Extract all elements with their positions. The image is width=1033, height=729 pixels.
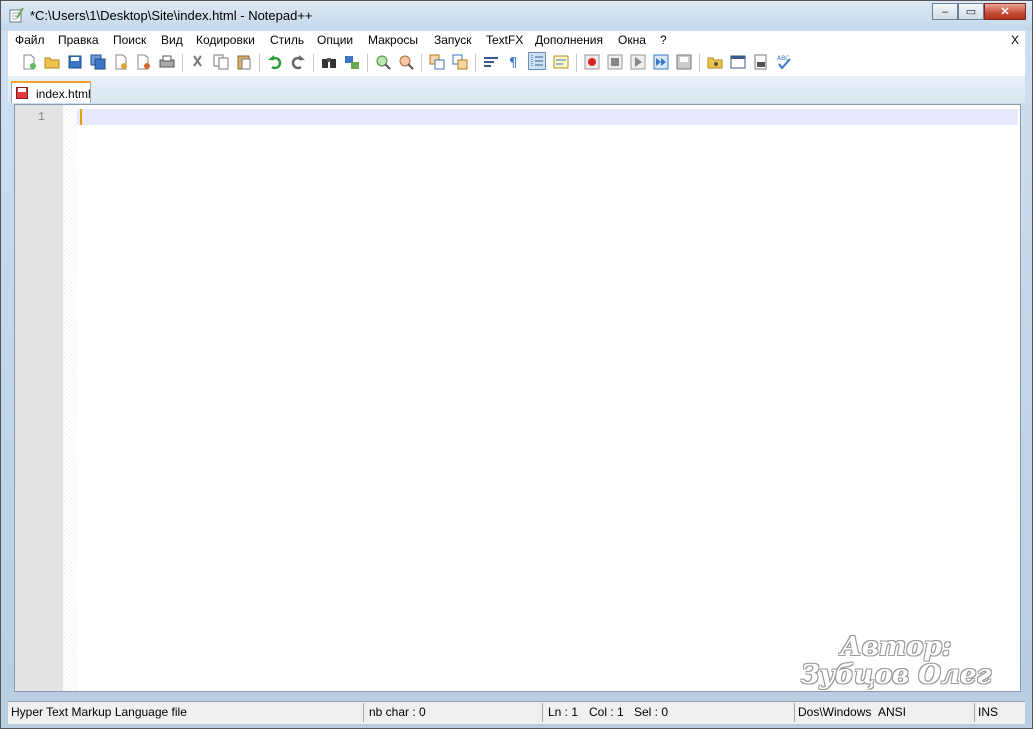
menu-encoding[interactable]: Кодировки [196, 33, 255, 47]
toolbar-separator [421, 54, 422, 72]
save-all-icon[interactable] [90, 54, 106, 70]
menu-help[interactable]: ? [660, 33, 667, 47]
close-icon[interactable] [113, 54, 129, 70]
run-macro-multiple-icon[interactable] [653, 54, 669, 70]
window-controls: – ▭ ✕ [932, 3, 1026, 21]
toolbar: ¶ ABC [8, 51, 1025, 76]
title-bar[interactable]: *C:\Users\1\Desktop\Site\index.html - No… [1, 1, 1032, 30]
stop-record-icon[interactable] [607, 54, 623, 70]
status-separator [363, 703, 364, 722]
unsaved-file-icon [16, 87, 28, 99]
status-separator [974, 703, 975, 722]
notepadpp-window: *C:\Users\1\Desktop\Site\index.html - No… [0, 0, 1033, 729]
undo-icon[interactable] [267, 54, 283, 70]
toolbar-separator [367, 54, 368, 72]
sync-horizontal-icon[interactable] [452, 54, 468, 70]
menu-textfx[interactable]: TextFX [486, 33, 523, 47]
save-icon[interactable] [67, 54, 83, 70]
menu-search[interactable]: Поиск [113, 33, 146, 47]
menu-edit[interactable]: Правка [58, 33, 99, 47]
toolbar-separator [313, 54, 314, 72]
console-icon[interactable] [730, 54, 746, 70]
close-window-button[interactable]: ✕ [984, 3, 1026, 20]
toolbar-separator [182, 54, 183, 72]
editor[interactable]: 1 [14, 104, 1021, 692]
cut-icon[interactable] [190, 54, 206, 70]
user-lang-icon[interactable] [553, 54, 569, 70]
record-macro-icon[interactable] [584, 54, 600, 70]
watermark-line-2: Зубцов Олег [800, 660, 992, 690]
status-selection: Sel : 0 [634, 705, 669, 719]
open-file-icon[interactable] [44, 54, 60, 70]
status-separator [542, 703, 543, 722]
author-watermark: Автор: Зубцов Олег [791, 633, 1001, 689]
sync-vertical-icon[interactable] [429, 54, 445, 70]
status-bar: Hyper Text Markup Language file nb char … [8, 701, 1025, 724]
window-title: *C:\Users\1\Desktop\Site\index.html - No… [30, 8, 313, 23]
svg-text:¶: ¶ [509, 56, 517, 70]
zoom-out-icon[interactable] [398, 54, 414, 70]
tab-label: index.html [36, 87, 91, 101]
menu-run[interactable]: Запуск [434, 33, 472, 47]
status-separator [794, 703, 795, 722]
close-document-button[interactable]: X [1011, 33, 1019, 47]
close-all-icon[interactable] [136, 54, 152, 70]
fold-margin[interactable] [63, 105, 77, 691]
maximize-button[interactable]: ▭ [958, 3, 984, 20]
menu-view[interactable]: Вид [161, 33, 183, 47]
replace-icon[interactable] [344, 54, 360, 70]
status-encoding: ANSI [878, 705, 907, 719]
status-char-count: nb char : 0 [369, 705, 426, 719]
preview-icon[interactable] [753, 54, 769, 70]
line-number-gutter: 1 [15, 105, 63, 691]
toolbar-separator [699, 54, 700, 72]
tab-index-html[interactable]: index.html [11, 81, 91, 103]
open-folder-icon[interactable] [707, 54, 723, 70]
copy-icon[interactable] [213, 54, 229, 70]
status-line: Ln : 1 [548, 705, 579, 719]
toolbar-separator [576, 54, 577, 72]
status-file-type: Hyper Text Markup Language file [11, 705, 187, 719]
zoom-in-icon[interactable] [375, 54, 391, 70]
menu-file[interactable]: Файл [15, 33, 45, 47]
new-file-icon[interactable] [21, 54, 37, 70]
menu-options[interactable]: Опции [317, 33, 353, 47]
show-all-chars-icon[interactable]: ¶ [506, 54, 522, 70]
menu-bar: Файл Правка Поиск Вид Кодировки Стиль Оп… [8, 31, 1025, 51]
play-macro-icon[interactable] [630, 54, 646, 70]
status-insert-mode: INS [978, 705, 999, 719]
find-icon[interactable] [321, 54, 337, 70]
toolbar-separator [259, 54, 260, 72]
paste-icon[interactable] [236, 54, 252, 70]
menu-windows[interactable]: Окна [618, 33, 646, 47]
indent-guide-icon[interactable] [528, 52, 546, 70]
notepad-app-icon [9, 7, 24, 23]
status-column: Col : 1 [589, 705, 624, 719]
spellcheck-icon[interactable]: ABC [776, 54, 792, 70]
watermark-line-1: Автор: [840, 632, 952, 662]
redo-icon[interactable] [290, 54, 306, 70]
menu-plugins[interactable]: Дополнения [535, 33, 603, 47]
line-number: 1 [37, 110, 45, 124]
text-caret [80, 109, 82, 125]
save-macro-icon[interactable] [676, 54, 692, 70]
word-wrap-icon[interactable] [483, 54, 499, 70]
menu-macros[interactable]: Макросы [368, 33, 418, 47]
toolbar-separator [475, 54, 476, 72]
tab-bar: index.html [8, 76, 1025, 103]
text-area[interactable] [77, 105, 1018, 691]
print-icon[interactable] [159, 54, 175, 70]
menu-style[interactable]: Стиль [270, 33, 304, 47]
minimize-button[interactable]: – [932, 3, 958, 20]
status-eol: Dos\Windows [798, 705, 872, 719]
